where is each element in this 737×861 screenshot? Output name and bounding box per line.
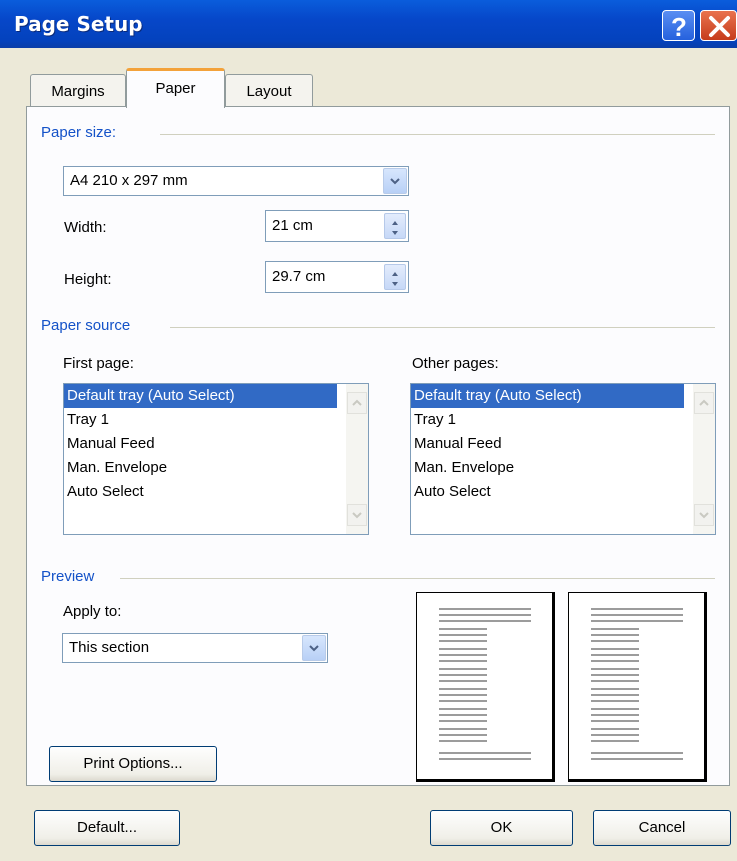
chevron-down-icon: [699, 512, 709, 519]
list-item[interactable]: Default tray (Auto Select): [64, 384, 337, 408]
list-item[interactable]: Manual Feed: [411, 432, 684, 456]
scrollbar[interactable]: [693, 384, 715, 534]
window-title: Page Setup: [14, 12, 143, 36]
tab-margins[interactable]: Margins: [30, 74, 126, 107]
preview-page-right: [568, 592, 707, 782]
preview-page-left: [416, 592, 555, 782]
width-spin-buttons[interactable]: [384, 213, 406, 239]
list-item[interactable]: Auto Select: [64, 480, 337, 504]
paper-size-value: A4 210 x 297 mm: [70, 172, 188, 189]
page-preview-graphic: [439, 608, 531, 760]
other-pages-label: Other pages:: [412, 355, 499, 372]
list-item[interactable]: Man. Envelope: [411, 456, 684, 480]
print-options-button[interactable]: Print Options...: [49, 746, 217, 782]
close-button[interactable]: [700, 10, 737, 41]
chevron-down-icon: [352, 512, 362, 519]
apply-to-dropdown[interactable]: This section: [62, 633, 328, 663]
list-item[interactable]: Tray 1: [64, 408, 337, 432]
paper-size-divider: [160, 134, 715, 135]
height-label: Height:: [64, 271, 112, 288]
paper-size-group-label: Paper size:: [41, 124, 125, 141]
title-bar[interactable]: Page Setup ?: [0, 0, 737, 48]
chevron-down-icon: [309, 645, 319, 652]
height-value: 29.7 cm: [272, 268, 326, 285]
question-mark-icon: ?: [671, 12, 687, 42]
dropdown-arrow-button[interactable]: [383, 168, 407, 194]
list-item[interactable]: Man. Envelope: [64, 456, 337, 480]
spin-arrows-icon: [392, 221, 398, 235]
scroll-down-button[interactable]: [347, 504, 367, 526]
svg-text:?: ?: [671, 12, 687, 42]
height-spinner[interactable]: 29.7 cm: [265, 261, 409, 293]
preview-group-label: Preview: [41, 568, 103, 585]
first-page-listbox[interactable]: Default tray (Auto Select) Tray 1 Manual…: [63, 383, 369, 535]
height-spin-buttons[interactable]: [384, 264, 406, 290]
apply-to-label: Apply to:: [63, 603, 122, 620]
list-item[interactable]: Manual Feed: [64, 432, 337, 456]
width-label: Width:: [64, 219, 107, 236]
paper-source-divider: [170, 327, 715, 328]
tab-paper[interactable]: Paper: [126, 68, 225, 108]
scroll-up-button[interactable]: [347, 392, 367, 414]
help-button[interactable]: ?: [662, 10, 695, 42]
cancel-button[interactable]: Cancel: [593, 810, 731, 846]
chevron-down-icon: [390, 178, 400, 185]
list-item[interactable]: Tray 1: [411, 408, 684, 432]
chevron-up-icon: [352, 399, 362, 406]
close-icon: [709, 16, 730, 37]
scroll-up-button[interactable]: [694, 392, 714, 414]
ok-button[interactable]: OK: [430, 810, 573, 846]
chevron-up-icon: [699, 399, 709, 406]
paper-source-group-label: Paper source: [41, 317, 139, 334]
apply-to-value: This section: [69, 639, 150, 656]
preview-divider: [120, 578, 715, 579]
tab-layout[interactable]: Layout: [225, 74, 313, 107]
other-pages-listbox[interactable]: Default tray (Auto Select) Tray 1 Manual…: [410, 383, 716, 535]
dropdown-arrow-button[interactable]: [302, 635, 326, 661]
first-page-label: First page:: [63, 355, 134, 372]
scroll-down-button[interactable]: [694, 504, 714, 526]
default-button[interactable]: Default...: [34, 810, 180, 846]
width-spinner[interactable]: 21 cm: [265, 210, 409, 242]
page-preview-graphic: [591, 608, 683, 760]
list-item[interactable]: Auto Select: [411, 480, 684, 504]
scrollbar[interactable]: [346, 384, 368, 534]
width-value: 21 cm: [272, 217, 313, 234]
paper-size-dropdown[interactable]: A4 210 x 297 mm: [63, 166, 409, 196]
list-item[interactable]: Default tray (Auto Select): [411, 384, 684, 408]
spin-arrows-icon: [392, 272, 398, 286]
